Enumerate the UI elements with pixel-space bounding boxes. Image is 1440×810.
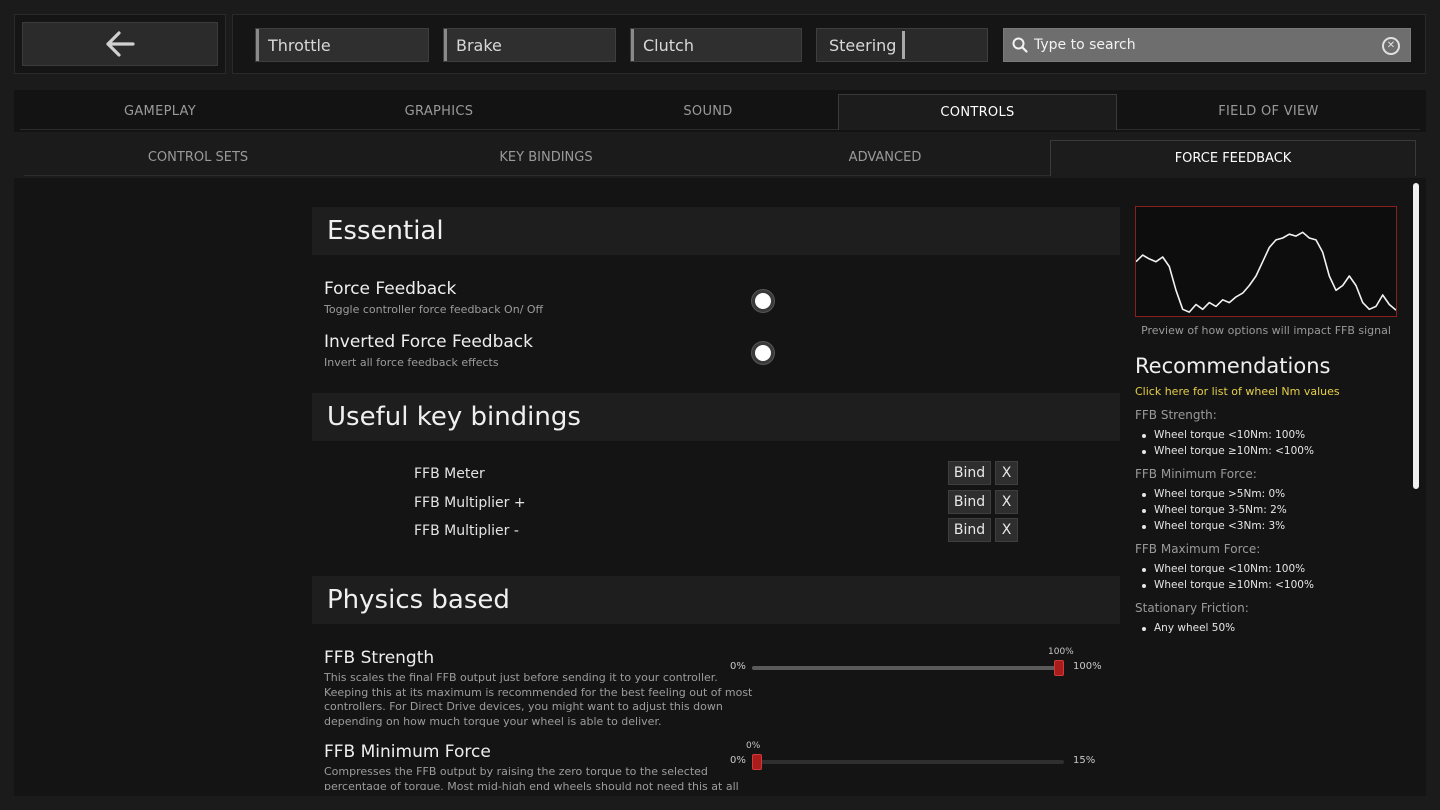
search-box[interactable]: ✕ (1003, 28, 1411, 62)
ffb-minimum-force-slider[interactable] (752, 760, 1064, 764)
ffb-strength-slider[interactable] (752, 666, 1064, 670)
recommendations-title: Recommendations (1135, 354, 1331, 378)
tab-sound[interactable]: SOUND (578, 94, 838, 130)
force-feedback-toggle[interactable] (752, 290, 774, 312)
wheel-nm-values-link[interactable]: Click here for list of wheel Nm values (1135, 385, 1340, 398)
rec-heading-ffb-maximum-force: FFB Maximum Force: (1135, 542, 1261, 556)
option-title-inverted-ffb: Inverted Force Feedback (324, 332, 533, 352)
subtab-control-sets[interactable]: CONTROL SETS (24, 140, 372, 176)
steering-axis: Steering (816, 28, 988, 62)
bind-button[interactable]: Bind (948, 490, 991, 514)
ffb-minimum-force-slider-handle[interactable] (752, 754, 762, 770)
ffb-preview-graph (1135, 206, 1397, 317)
section-title-physics: Physics based (312, 576, 1120, 624)
ffb-strength-slider-handle[interactable] (1054, 660, 1064, 676)
rec-list-ffb-strength: Wheel torque <10Nm: 100% Wheel torque ≥1… (1135, 427, 1314, 459)
clear-binding-button[interactable]: X (995, 461, 1018, 485)
slider-max-label: 100% (1073, 661, 1102, 672)
inverted-ffb-toggle[interactable] (752, 342, 774, 364)
option-desc-ffb-strength: This scales the final FFB output just be… (324, 671, 752, 729)
subtab-force-feedback[interactable]: FORCE FEEDBACK (1050, 140, 1416, 176)
throttle-axis: Throttle (255, 28, 429, 62)
desc-line: controllers. For Direct Drive devices, y… (324, 700, 723, 713)
axis-label: Clutch (643, 35, 694, 55)
desc-line: This scales the final FFB output just be… (324, 671, 718, 684)
desc-line: Keeping this at its maximum is recommend… (324, 685, 753, 699)
axis-label: Throttle (268, 35, 331, 55)
axis-fill (256, 29, 259, 61)
rec-list-ffb-maximum-force: Wheel torque <10Nm: 100% Wheel torque ≥1… (1135, 561, 1314, 593)
section-title-essential: Essential (312, 207, 1120, 255)
axis-fill (631, 29, 634, 61)
binding-label-ffb-meter: FFB Meter (414, 466, 485, 482)
rec-list-stationary-friction: Any wheel 50% (1135, 620, 1235, 636)
list-item: Wheel torque 3-5Nm: 2% (1135, 502, 1287, 518)
steering-center-marker (902, 31, 905, 59)
search-icon (1012, 37, 1028, 53)
axis-label: Steering (829, 35, 897, 55)
clear-search-icon[interactable]: ✕ (1382, 37, 1400, 55)
list-item: Wheel torque <10Nm: 100% (1135, 427, 1314, 443)
rec-heading-stationary-friction: Stationary Friction: (1135, 601, 1249, 615)
option-title-ffb-strength: FFB Strength (324, 648, 435, 668)
tab-graphics[interactable]: GRAPHICS (300, 94, 578, 130)
option-title-ffb-minimum-force: FFB Minimum Force (324, 742, 491, 762)
option-desc-force-feedback: Toggle controller force feedback On/ Off (324, 303, 544, 316)
list-item: Wheel torque <3Nm: 3% (1135, 518, 1287, 534)
tab-field-of-view[interactable]: FIELD OF VIEW (1117, 94, 1420, 130)
binding-label-ffb-multiplier-plus: FFB Multiplier + (414, 495, 526, 511)
ffb-signal-plot (1135, 231, 1397, 313)
slider-fill (752, 666, 1059, 670)
binding-label-ffb-multiplier-minus: FFB Multiplier - (414, 523, 519, 539)
slider-value-label: 0% (746, 741, 761, 751)
rec-heading-ffb-minimum-force: FFB Minimum Force: (1135, 467, 1257, 481)
section-title-key-bindings: Useful key bindings (312, 393, 1120, 441)
list-item: Wheel torque <10Nm: 100% (1135, 561, 1314, 577)
arrow-left-icon (106, 31, 135, 57)
bind-button[interactable]: Bind (948, 518, 991, 542)
content-scrollbar[interactable] (1413, 183, 1419, 489)
slider-min-label: 0% (730, 661, 746, 672)
desc-line: Compresses the FFB output by raising the… (324, 765, 708, 778)
ffb-signal-line (1135, 231, 1397, 313)
list-item: Any wheel 50% (1135, 620, 1235, 636)
slider-value-label: 100% (1048, 647, 1074, 657)
tab-gameplay[interactable]: GAMEPLAY (20, 94, 300, 130)
slider-max-label: 15% (1073, 755, 1096, 766)
ffb-preview-caption: Preview of how options will impact FFB s… (1141, 324, 1391, 337)
rec-heading-ffb-strength: FFB Strength: (1135, 408, 1217, 422)
bind-button[interactable]: Bind (948, 461, 991, 485)
subtab-key-bindings[interactable]: KEY BINDINGS (372, 140, 720, 176)
clear-binding-button[interactable]: X (995, 518, 1018, 542)
desc-line: percentage of torque. Most mid-high end … (324, 779, 739, 791)
axis-fill (444, 29, 447, 61)
clear-binding-button[interactable]: X (995, 490, 1018, 514)
subtab-advanced[interactable]: ADVANCED (720, 140, 1050, 176)
axis-label: Brake (456, 35, 502, 55)
option-title-force-feedback: Force Feedback (324, 279, 457, 299)
option-desc-inverted-ffb: Invert all force feedback effects (324, 356, 499, 369)
back-button[interactable] (22, 22, 218, 66)
list-item: Wheel torque ≥10Nm: <100% (1135, 577, 1314, 593)
slider-min-label: 0% (730, 755, 746, 766)
search-input[interactable] (1034, 37, 1374, 53)
list-item: Wheel torque >5Nm: 0% (1135, 486, 1287, 502)
tab-controls[interactable]: CONTROLS (838, 94, 1117, 130)
clutch-axis: Clutch (630, 28, 802, 62)
rec-list-ffb-minimum-force: Wheel torque >5Nm: 0% Wheel torque 3-5Nm… (1135, 486, 1287, 534)
brake-axis: Brake (443, 28, 616, 62)
option-desc-ffb-minimum-force: Compresses the FFB output by raising the… (324, 765, 739, 790)
desc-line: depending on how much torque your wheel … (324, 714, 662, 728)
list-item: Wheel torque ≥10Nm: <100% (1135, 443, 1314, 459)
